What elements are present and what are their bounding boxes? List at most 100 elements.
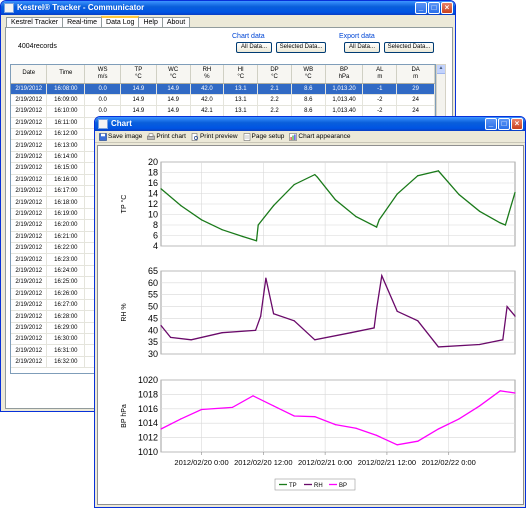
y-tick-label: 1014 bbox=[138, 418, 158, 428]
data-point bbox=[376, 226, 378, 228]
table-cell: 0.0 bbox=[84, 83, 121, 95]
plot-frame bbox=[160, 379, 516, 453]
table-cell: 16:20:00 bbox=[46, 219, 86, 232]
data-point bbox=[190, 339, 192, 341]
table-cell: 1,013.40 bbox=[325, 94, 364, 107]
table-cell: 16:24:00 bbox=[46, 265, 86, 278]
tab-data-log[interactable]: Data Log bbox=[101, 16, 140, 27]
table-row[interactable]: 2/19/2012 16:09:00 0.0 14.9 14.9 42.0 13.1 2.2 8… bbox=[11, 94, 435, 107]
table-cell: 16:10:00 bbox=[46, 105, 86, 118]
data-point bbox=[479, 343, 481, 346]
data-point bbox=[502, 339, 504, 341]
data-point bbox=[314, 339, 316, 341]
chart-selected-data-button[interactable]: Selected Data... bbox=[276, 42, 326, 53]
table-cell: 2/19/2012 bbox=[11, 356, 48, 369]
y-tick-label: 4 bbox=[153, 241, 158, 251]
column-header[interactable]: AL m bbox=[362, 65, 398, 84]
table-cell: -1 bbox=[362, 83, 398, 95]
chart-data-label: Chart data bbox=[232, 33, 265, 40]
table-cell: 2/19/2012 bbox=[11, 265, 48, 278]
column-header[interactable]: TP °C bbox=[120, 65, 157, 84]
floppy-icon bbox=[99, 132, 107, 141]
y-tick-label: 8 bbox=[153, 220, 158, 230]
data-point bbox=[231, 406, 233, 408]
table-cell: 2/19/2012 bbox=[11, 344, 48, 357]
export-all-data-button[interactable]: All Data... bbox=[344, 42, 380, 53]
data-point bbox=[376, 308, 378, 310]
chart-all-data-button[interactable]: All Data... bbox=[236, 42, 272, 53]
data-point bbox=[514, 191, 516, 194]
data-point bbox=[514, 315, 516, 317]
minimize-button[interactable]: _ bbox=[415, 2, 427, 14]
data-point bbox=[499, 390, 501, 392]
data-point bbox=[316, 176, 318, 178]
data-point bbox=[504, 224, 506, 226]
data-point bbox=[260, 315, 262, 317]
table-row[interactable]: 2/19/2012 16:08:00 0.0 14.9 14.9 42.0 13.1 2.1 8… bbox=[11, 83, 435, 95]
column-header[interactable]: WB °C bbox=[291, 65, 326, 84]
y-tick-label: 40 bbox=[148, 325, 158, 335]
print-preview-button[interactable]: Print preview bbox=[191, 132, 238, 141]
table-cell: 16:25:00 bbox=[46, 276, 86, 289]
tab-kestrel-tracker[interactable]: Kestrel Tracker bbox=[6, 17, 64, 27]
data-point bbox=[160, 428, 162, 430]
table-cell: 29 bbox=[396, 83, 435, 95]
print-chart-button[interactable]: Print chart bbox=[147, 133, 186, 141]
table-cell: 16:08:00 bbox=[46, 83, 86, 95]
print-preview-icon bbox=[191, 132, 198, 141]
chart-close-button[interactable]: × bbox=[511, 118, 523, 130]
y-axis-label: TP °C bbox=[120, 195, 128, 214]
table-cell: 16:16:00 bbox=[46, 174, 86, 187]
column-header[interactable]: BP hPa bbox=[325, 65, 364, 84]
close-button[interactable]: × bbox=[441, 2, 453, 14]
export-selected-data-button[interactable]: Selected Data... bbox=[384, 42, 434, 53]
table-cell: 2/19/2012 bbox=[11, 288, 48, 300]
column-header[interactable]: DA m bbox=[396, 65, 435, 84]
save-image-button[interactable]: Save image bbox=[99, 132, 142, 141]
data-point bbox=[355, 427, 357, 429]
table-cell: 24 bbox=[396, 94, 435, 107]
legend-label: RH bbox=[314, 483, 323, 489]
data-point bbox=[273, 313, 275, 315]
data-point bbox=[458, 418, 460, 420]
tab-about[interactable]: About bbox=[161, 17, 191, 27]
data-point bbox=[273, 205, 275, 207]
column-header[interactable]: HI °C bbox=[223, 65, 259, 84]
tab-help[interactable]: Help bbox=[138, 17, 163, 27]
column-header[interactable]: DP °C bbox=[257, 65, 292, 84]
table-cell: 2/19/2012 bbox=[11, 242, 48, 255]
data-point bbox=[373, 327, 375, 329]
chart-appearance-button[interactable]: Chart appearance bbox=[289, 132, 350, 141]
page-setup-button[interactable]: Page setup bbox=[243, 132, 284, 141]
table-cell: 2/19/2012 bbox=[11, 231, 48, 243]
data-point bbox=[160, 324, 162, 327]
data-point bbox=[479, 210, 481, 212]
column-header[interactable]: RH % bbox=[190, 65, 225, 84]
column-header[interactable]: Date bbox=[11, 65, 48, 84]
column-header[interactable]: WC °C bbox=[156, 65, 191, 84]
scroll-up-icon[interactable]: ▲ bbox=[437, 65, 445, 74]
column-header[interactable]: WS m/s bbox=[84, 65, 121, 84]
chart-minimize-button[interactable]: _ bbox=[485, 118, 497, 130]
chart-maximize-button[interactable]: □ bbox=[498, 118, 510, 130]
table-cell: 16:17:00 bbox=[46, 185, 86, 198]
table-cell: 8.6 bbox=[291, 94, 326, 107]
table-cell: 2/19/2012 bbox=[11, 151, 48, 164]
data-point bbox=[381, 275, 383, 277]
table-cell: 0.0 bbox=[84, 94, 121, 107]
maximize-button[interactable]: □ bbox=[428, 2, 440, 14]
tab-real-time[interactable]: Real-time bbox=[62, 17, 103, 27]
y-tick-label: 16 bbox=[148, 178, 158, 188]
printer-icon bbox=[147, 133, 156, 140]
data-point bbox=[314, 174, 316, 176]
table-cell: 14.9 bbox=[156, 94, 191, 107]
table-cell: 16:14:00 bbox=[46, 151, 86, 164]
table-cell: 2/19/2012 bbox=[11, 322, 48, 335]
data-point bbox=[479, 405, 481, 407]
column-header[interactable]: Time bbox=[46, 65, 86, 84]
main-title-bar[interactable]: Kestrel® Tracker - Communicator _ □ × bbox=[1, 1, 455, 15]
table-cell: 16:19:00 bbox=[46, 208, 86, 221]
chart-title-bar[interactable]: Chart _ □ × bbox=[95, 117, 525, 131]
data-point bbox=[293, 320, 295, 322]
table-cell: 13.1 bbox=[223, 83, 259, 95]
